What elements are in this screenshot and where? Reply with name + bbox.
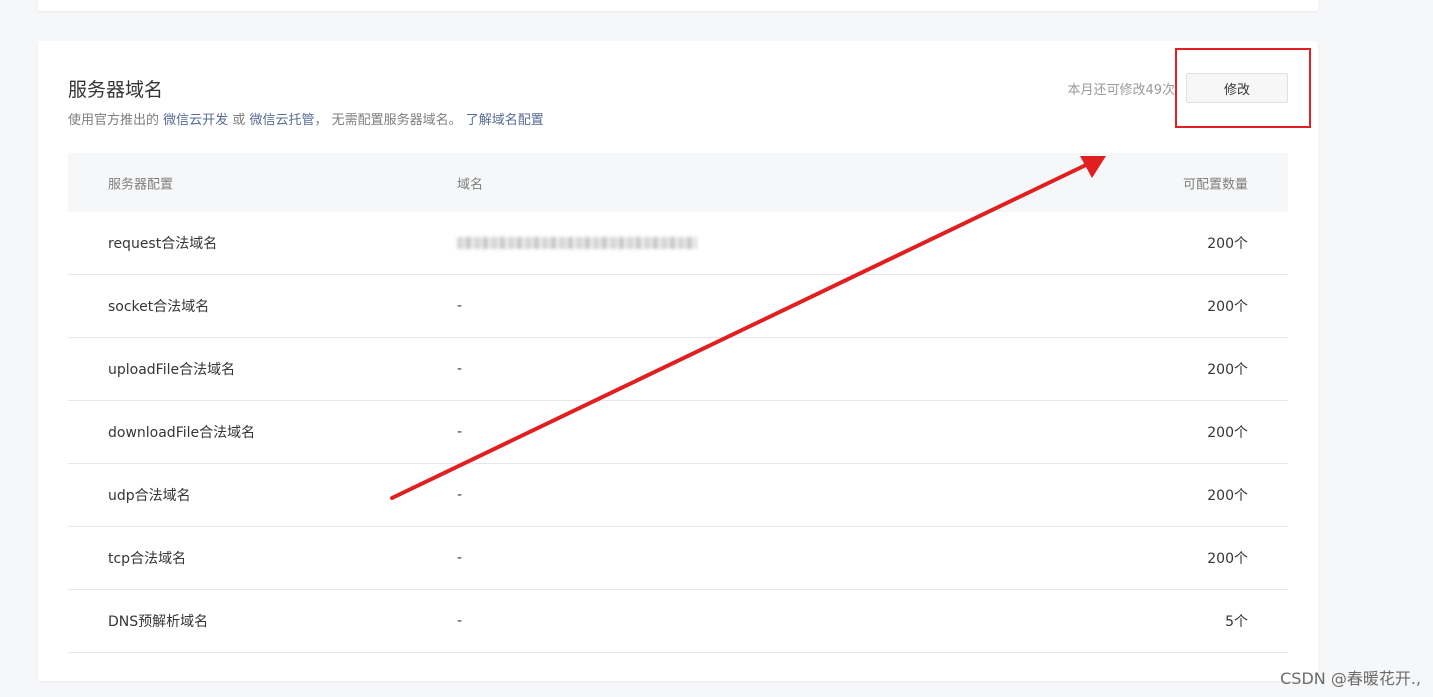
section-description: 使用官方推出的 微信云开发 或 微信云托管， 无需配置服务器域名。 了解域名配置: [68, 109, 544, 128]
row-count: 200个: [1207, 299, 1248, 315]
row-name: DNS预解析域名: [108, 614, 209, 630]
desc-prefix: 使用官方推出的: [68, 113, 160, 128]
header-domain: 域名: [457, 177, 484, 192]
header-count: 可配置数量: [1182, 177, 1248, 192]
desc-or: 或: [232, 113, 246, 128]
row-name: socket合法域名: [108, 299, 210, 315]
row-name: downloadFile合法域名: [108, 425, 256, 441]
row-count: 200个: [1207, 551, 1248, 567]
row-name: tcp合法域名: [108, 551, 187, 567]
table-row: udp合法域名 - 200个: [68, 464, 1288, 527]
table-row: DNS预解析域名 - 5个: [68, 590, 1288, 653]
table-row: downloadFile合法域名 - 200个: [68, 401, 1288, 464]
row-count: 5个: [1225, 614, 1248, 630]
modify-quota-text: 本月还可修改49次: [1067, 83, 1175, 98]
row-name: uploadFile合法域名: [108, 362, 236, 378]
row-domain: -: [457, 361, 463, 377]
previous-section-card: [38, 0, 1318, 11]
header-server-config: 服务器配置: [108, 177, 174, 192]
row-count: 200个: [1207, 362, 1248, 378]
row-name: udp合法域名: [108, 488, 191, 504]
annotation-highlight-box: [1175, 48, 1311, 128]
domain-table: 服务器配置 域名 可配置数量 request合法域名 200个 socket合法…: [68, 153, 1288, 653]
row-domain: -: [457, 298, 463, 314]
csdn-watermark: CSDN @春暖花开.,: [1280, 669, 1421, 688]
table-row: request合法域名 200个: [68, 212, 1288, 275]
row-domain: -: [457, 424, 463, 440]
cloud-host-link[interactable]: 微信云托管: [249, 113, 314, 128]
redacted-domain: [457, 237, 697, 249]
row-domain-blurred: [457, 235, 697, 251]
table-row: socket合法域名 - 200个: [68, 275, 1288, 338]
row-count: 200个: [1207, 425, 1248, 441]
table-header: 服务器配置 域名 可配置数量: [68, 153, 1288, 212]
row-count: 200个: [1207, 488, 1248, 504]
row-domain: -: [457, 487, 463, 503]
section-title: 服务器域名: [68, 79, 164, 101]
server-domain-card: 服务器域名 使用官方推出的 微信云开发 或 微信云托管， 无需配置服务器域名。 …: [38, 41, 1318, 681]
row-domain: -: [457, 550, 463, 566]
table-row: uploadFile合法域名 - 200个: [68, 338, 1288, 401]
cloud-dev-link[interactable]: 微信云开发: [163, 113, 228, 128]
learn-domain-config-link[interactable]: 了解域名配置: [466, 113, 544, 128]
desc-suffix: ， 无需配置服务器域名。: [314, 113, 462, 128]
table-row: tcp合法域名 - 200个: [68, 527, 1288, 590]
row-name: request合法域名: [108, 236, 218, 252]
row-count: 200个: [1207, 236, 1248, 252]
row-domain: -: [457, 613, 463, 629]
